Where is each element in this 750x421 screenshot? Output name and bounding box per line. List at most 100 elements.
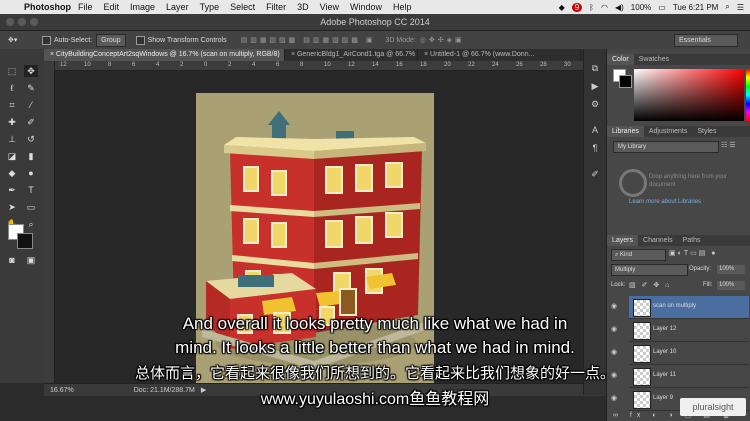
menu-image[interactable]: Image [130, 2, 155, 12]
lasso-tool-icon[interactable]: ℓ [5, 82, 19, 94]
shape-tool-icon[interactable]: ▭ [24, 201, 38, 213]
background-color-swatch[interactable] [17, 233, 33, 249]
vertical-ruler[interactable] [44, 61, 55, 383]
history-panel-icon[interactable]: ⧉ [588, 63, 602, 75]
layer-filter-dropdown[interactable]: ⌕ Kind [611, 249, 666, 261]
actions-panel-icon[interactable]: ▶ [588, 81, 602, 93]
tab-adjustments[interactable]: Adjustments [644, 126, 693, 137]
zoom-tool-icon[interactable]: ⌕ [24, 218, 38, 230]
menu-3d[interactable]: 3D [297, 2, 309, 12]
clock[interactable]: Tue 6:21 PM [673, 3, 719, 12]
transform-checkbox[interactable] [135, 35, 148, 45]
bluetooth-icon[interactable]: ᛒ [589, 3, 594, 12]
tab-label: CityBuildingConceptArt2sqWindows @ 16.7%… [56, 51, 280, 58]
menu-filter[interactable]: Filter [266, 2, 286, 12]
ruler-label: 2 [228, 62, 232, 68]
crop-tool-icon[interactable]: ⌗ [5, 99, 19, 111]
zoom-window-icon[interactable] [30, 18, 38, 26]
fill-label: Fill: [703, 282, 713, 288]
tab-styles[interactable]: Styles [692, 126, 721, 137]
tab-genericbldg[interactable]: × GenericBldg1_AirCond1.tga @ 66.7% [285, 49, 418, 61]
ruler-label: 6 [132, 62, 136, 68]
menu-view[interactable]: View [320, 2, 339, 12]
ruler-label: 6 [276, 62, 280, 68]
tab-paths[interactable]: Paths [678, 235, 706, 246]
pen-tool-icon[interactable]: ✒ [5, 184, 19, 196]
type-tool-icon[interactable]: T [24, 184, 38, 196]
workspace-dropdown[interactable]: Essentials [674, 33, 738, 47]
healing-tool-icon[interactable]: ✚ [5, 116, 19, 128]
quick-mask-icon[interactable]: ◙ [5, 254, 19, 266]
align-icons[interactable]: ▤▥▦▧▨▩ ▤▥▦▧▨▩ ▣ [241, 36, 376, 44]
app-menu[interactable]: Photoshop [24, 2, 71, 12]
ruler-label: 16 [396, 62, 403, 68]
tab-citybuilding[interactable]: × CityBuildingConceptArt2sqWindows @ 16.… [44, 49, 285, 61]
tab-swatches[interactable]: Swatches [634, 54, 674, 65]
library-view-icons[interactable]: ☷ ☰ [721, 141, 736, 149]
brush-tool-icon[interactable]: ✐ [24, 116, 38, 128]
color-bg-swatch[interactable] [619, 75, 632, 88]
color-spectrum[interactable] [634, 69, 744, 121]
move-tool-button-icon[interactable]: ✥ [24, 65, 38, 77]
tab-color[interactable]: Color [607, 54, 634, 65]
ruler-label: 2 [180, 62, 184, 68]
tab-layers[interactable]: Layers [607, 235, 639, 246]
menu-help[interactable]: Help [393, 2, 412, 12]
ruler-label: 8 [300, 62, 304, 68]
tab-channels[interactable]: Channels [638, 235, 678, 246]
ruler-label: 12 [348, 62, 355, 68]
hue-slider[interactable] [746, 69, 750, 121]
libraries-panel-tabs: Libraries Adjustments Styles [607, 126, 750, 137]
opacity-field[interactable]: 100% [717, 265, 745, 274]
layer-filter-icons[interactable]: ▣◐T▭▤ ● [669, 249, 718, 257]
brush-panel-icon[interactable]: ✐ [588, 169, 602, 181]
close-window-icon[interactable] [6, 18, 14, 26]
screen-mode-icon[interactable]: ▣ [24, 254, 38, 266]
library-dropdown[interactable]: My Library [613, 141, 719, 153]
dodge-tool-icon[interactable]: ● [24, 167, 38, 179]
menu-select[interactable]: Select [230, 2, 255, 12]
eraser-tool-icon[interactable]: ◪ [5, 150, 19, 162]
menu-type[interactable]: Type [200, 2, 220, 12]
auto-select-checkbox[interactable] [42, 35, 54, 45]
wifi-icon[interactable]: ◠ [601, 3, 608, 12]
quick-select-tool-icon[interactable]: ✎ [24, 82, 38, 94]
3d-mode-icons[interactable]: ◎✥✣◈▣ [420, 36, 465, 44]
marquee-tool-icon[interactable]: ⬚ [5, 65, 19, 77]
ruler-label: 20 [444, 62, 451, 68]
menu-edit[interactable]: Edit [104, 2, 120, 12]
dropbox-icon[interactable]: ◆ [559, 3, 565, 12]
gradient-tool-icon[interactable]: ▮ [24, 150, 38, 162]
path-select-tool-icon[interactable]: ➤ [5, 201, 19, 213]
fill-field[interactable]: 100% [717, 281, 745, 290]
library-learn-link[interactable]: Learn more about Libraries [629, 199, 701, 205]
filter-kind: Kind [620, 252, 633, 258]
blend-mode-dropdown[interactable]: Multiply [611, 264, 688, 276]
menu-layer[interactable]: Layer [166, 2, 189, 12]
stamp-tool-icon[interactable]: ⊥ [5, 133, 19, 145]
notifications-icon[interactable]: ☰ [737, 3, 744, 12]
status-badge[interactable]: 9 [571, 2, 583, 12]
properties-panel-icon[interactable]: ⚙ [588, 99, 602, 111]
menu-file[interactable]: File [78, 2, 93, 12]
spotlight-icon[interactable]: ⌕ [725, 2, 729, 12]
paragraph-panel-icon[interactable]: ¶ [588, 143, 602, 155]
horizontal-ruler[interactable]: 1210864202468101214161820222426283032 [54, 61, 604, 71]
lock-icons[interactable]: ▨ ✐ ✥ ⌂ [629, 281, 671, 289]
battery-percent[interactable]: 100% [631, 3, 651, 12]
mode-3d-label: 3D Mode: [385, 36, 416, 44]
eyedropper-tool-icon[interactable]: ⁄ [24, 99, 38, 111]
menu-window[interactable]: Window [350, 2, 382, 12]
move-tool-icon[interactable]: ✥▾ [8, 36, 30, 44]
tab-untitled[interactable]: × Untitled-1 @ 66.7% (www.Donn... [418, 49, 581, 61]
history-brush-tool-icon[interactable]: ↺ [24, 133, 38, 145]
minimize-window-icon[interactable] [18, 18, 26, 26]
tab-libraries[interactable]: Libraries [607, 126, 644, 137]
auto-select-label: Auto-Select: [54, 36, 93, 44]
battery-icon: ▭ [658, 2, 666, 12]
character-panel-icon[interactable]: A [588, 125, 602, 137]
auto-select-dropdown[interactable]: Group [96, 33, 126, 47]
document-tabs: × CityBuildingConceptArt2sqWindows @ 16.… [44, 49, 604, 61]
volume-icon[interactable]: ◀) [615, 3, 624, 12]
blur-tool-icon[interactable]: ◆ [5, 167, 19, 179]
